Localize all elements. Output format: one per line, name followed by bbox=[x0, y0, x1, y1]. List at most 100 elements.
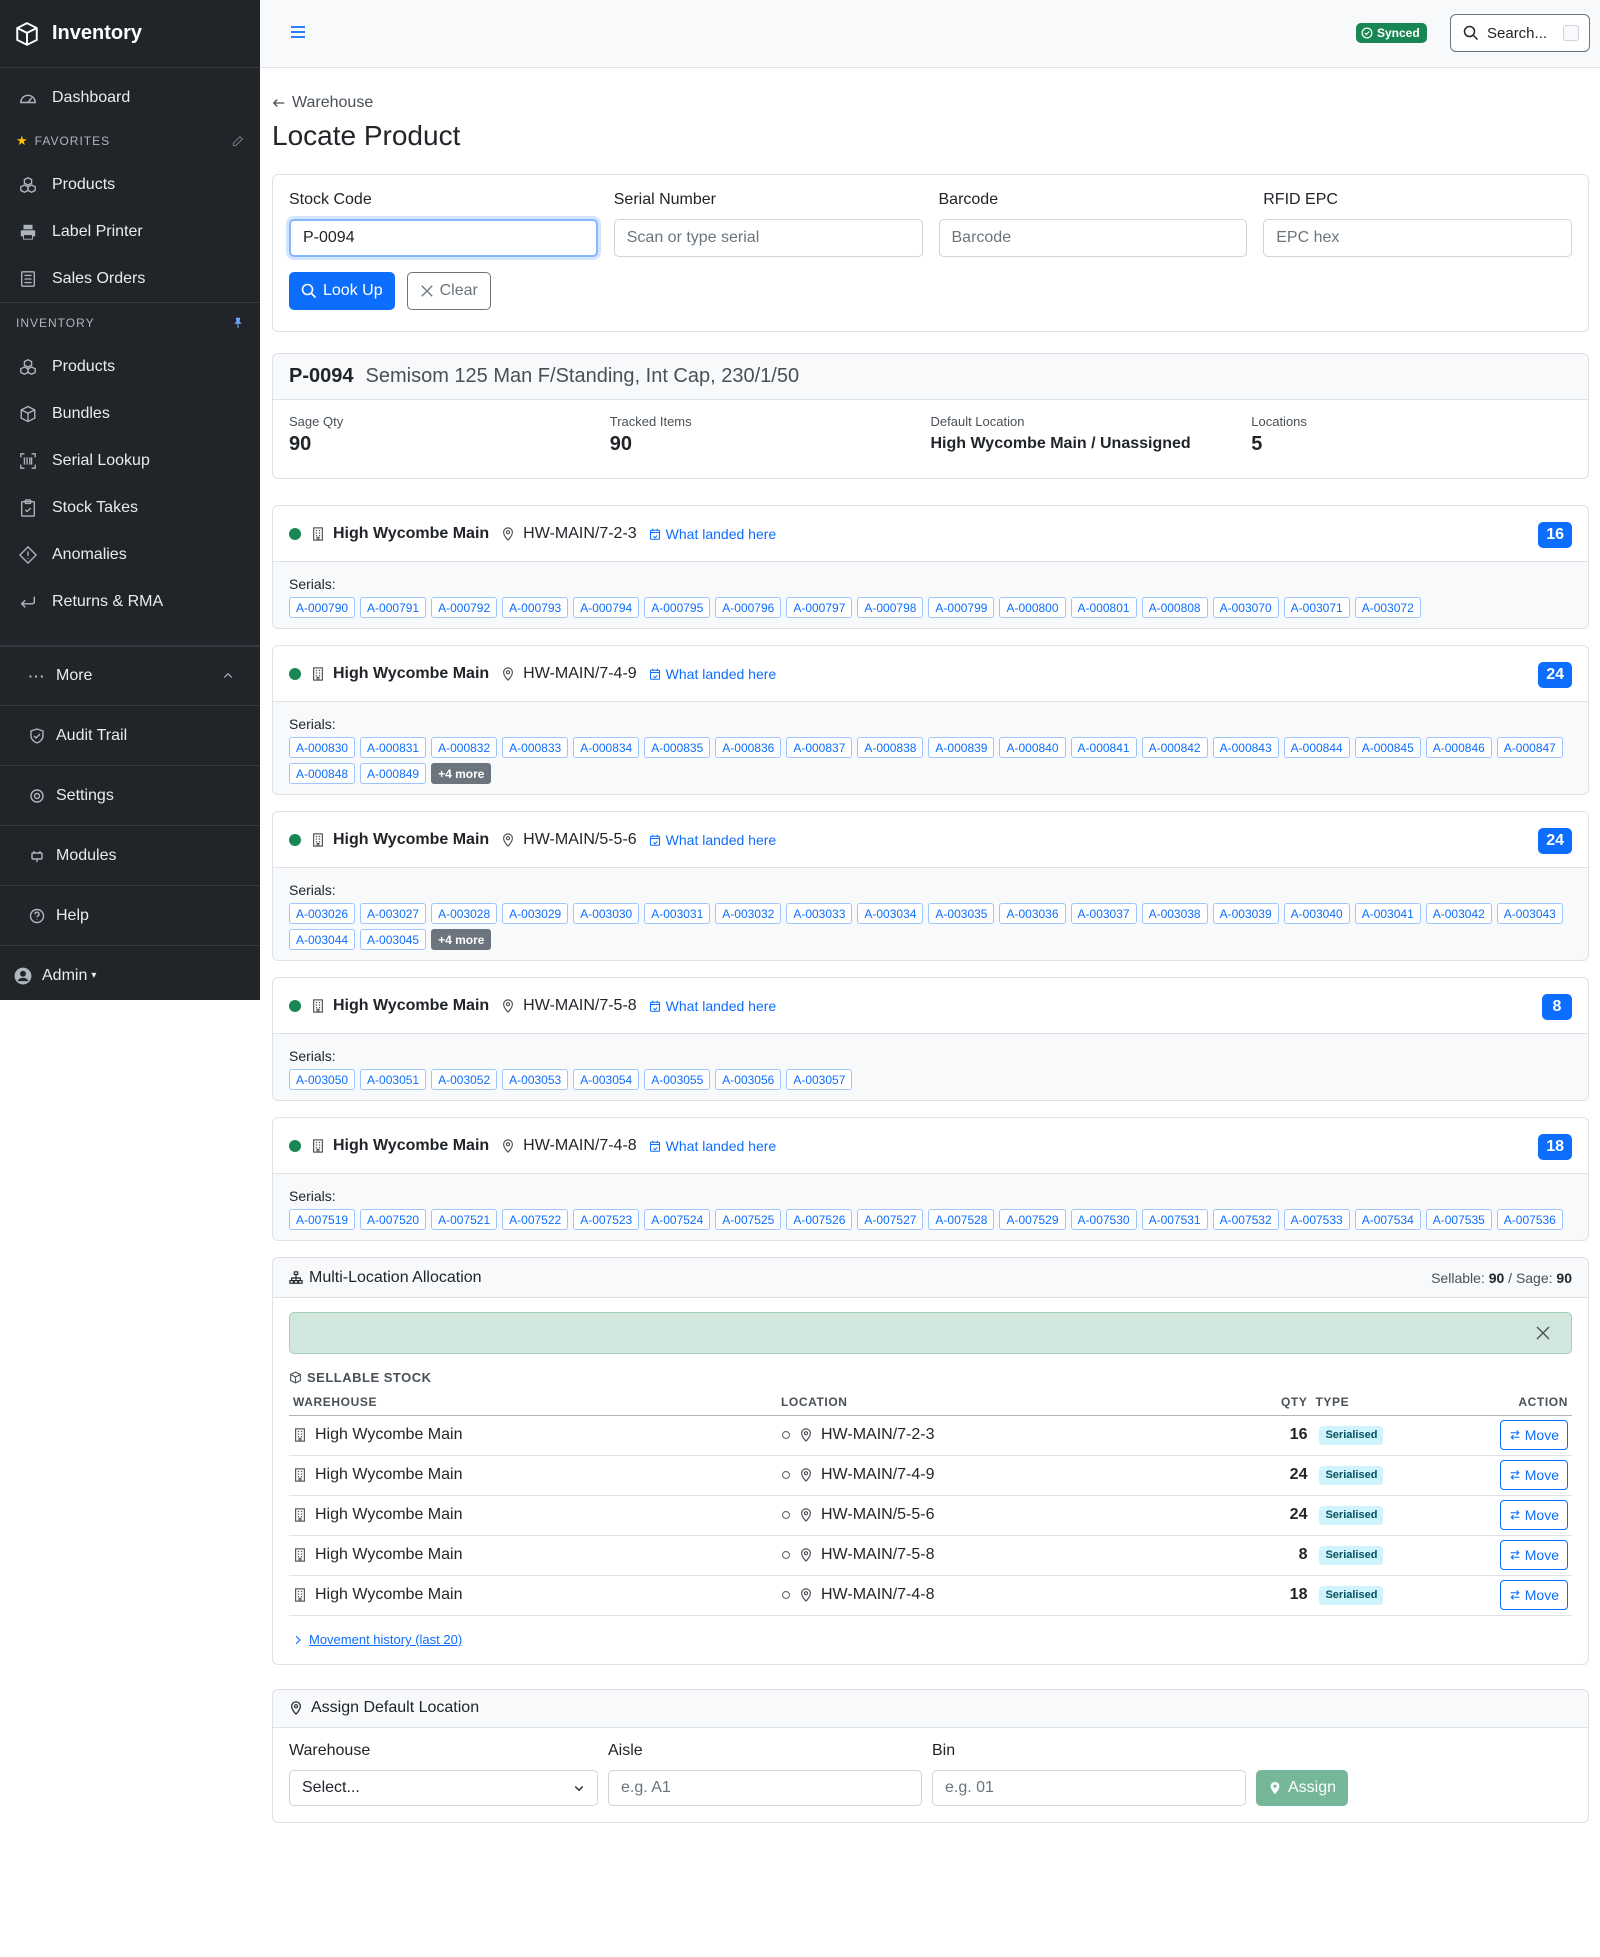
sidebar-item-sales-orders[interactable]: Sales Orders bbox=[0, 255, 260, 302]
more-serials-badge[interactable]: +4 more bbox=[431, 763, 492, 784]
breadcrumb[interactable]: Warehouse bbox=[272, 94, 1589, 112]
serial-chip[interactable]: A-000842 bbox=[1141, 737, 1208, 758]
sidebar-item-audit[interactable]: Audit Trail bbox=[0, 705, 260, 765]
serial-chip[interactable]: A-000799 bbox=[928, 597, 995, 618]
serial-chip[interactable]: A-000792 bbox=[431, 597, 498, 618]
serial-chip[interactable]: A-000795 bbox=[644, 597, 711, 618]
sidebar-item-stock-takes[interactable]: Stock Takes bbox=[0, 484, 260, 531]
serial-chip[interactable]: A-000836 bbox=[715, 737, 782, 758]
serial-chip[interactable]: A-007536 bbox=[1496, 1209, 1563, 1230]
stock-code-input[interactable]: P-0094 bbox=[289, 219, 598, 257]
serial-chip[interactable]: A-003051 bbox=[360, 1069, 427, 1090]
serial-chip[interactable]: A-007535 bbox=[1425, 1209, 1492, 1230]
serial-chip[interactable]: A-000849 bbox=[360, 763, 427, 784]
search-button[interactable]: Search... bbox=[1450, 14, 1590, 52]
barcode-input[interactable]: Barcode bbox=[938, 219, 1248, 257]
warehouse-select[interactable]: Select... bbox=[289, 1769, 598, 1806]
serial-chip[interactable]: A-003050 bbox=[289, 1069, 356, 1090]
serial-chip[interactable]: A-003033 bbox=[786, 903, 853, 924]
move-button[interactable]: Move bbox=[1499, 1420, 1568, 1450]
sidebar-item-help[interactable]: Help bbox=[0, 885, 260, 945]
serial-chip[interactable]: A-000841 bbox=[1070, 737, 1137, 758]
close-icon[interactable] bbox=[1535, 1325, 1551, 1341]
serial-chip[interactable]: A-003056 bbox=[715, 1069, 782, 1090]
serial-chip[interactable]: A-000796 bbox=[715, 597, 782, 618]
rfid-input[interactable]: EPC hex bbox=[1263, 219, 1572, 257]
move-button[interactable]: Move bbox=[1499, 1460, 1568, 1490]
sidebar-item-anomalies[interactable]: Anomalies bbox=[0, 531, 260, 578]
serial-chip[interactable]: A-000793 bbox=[502, 597, 569, 618]
serial-chip[interactable]: A-000808 bbox=[1141, 597, 1208, 618]
serial-chip[interactable]: A-000801 bbox=[1070, 597, 1137, 618]
serial-chip[interactable]: A-007521 bbox=[431, 1209, 498, 1230]
serial-chip[interactable]: A-000800 bbox=[999, 597, 1066, 618]
serial-chip[interactable]: A-007522 bbox=[502, 1209, 569, 1230]
serial-chip[interactable]: A-007530 bbox=[1070, 1209, 1137, 1230]
serial-chip[interactable]: A-000848 bbox=[289, 763, 356, 784]
pencil-icon[interactable] bbox=[231, 135, 244, 148]
serial-chip[interactable]: A-003036 bbox=[999, 903, 1066, 924]
sidebar-item-dashboard[interactable]: Dashboard bbox=[0, 74, 260, 121]
breadcrumb-link[interactable]: Warehouse bbox=[292, 94, 373, 112]
serial-chip[interactable]: A-003031 bbox=[644, 903, 711, 924]
serial-chip[interactable]: A-000847 bbox=[1496, 737, 1563, 758]
serial-chip[interactable]: A-003032 bbox=[715, 903, 782, 924]
sidebar-item-more[interactable]: ··· More bbox=[0, 645, 260, 705]
serial-chip[interactable]: A-000831 bbox=[360, 737, 427, 758]
serial-chip[interactable]: A-007531 bbox=[1141, 1209, 1208, 1230]
serial-chip[interactable]: A-003037 bbox=[1070, 903, 1137, 924]
serial-chip[interactable]: A-007519 bbox=[289, 1209, 356, 1230]
serial-chip[interactable]: A-003040 bbox=[1283, 903, 1350, 924]
serial-chip[interactable]: A-003043 bbox=[1496, 903, 1563, 924]
serial-chip[interactable]: A-000790 bbox=[289, 597, 356, 618]
serial-chip[interactable]: A-003039 bbox=[1212, 903, 1279, 924]
serial-chip[interactable]: A-003045 bbox=[360, 929, 427, 950]
serial-chip[interactable]: A-000798 bbox=[857, 597, 924, 618]
serial-chip[interactable]: A-000832 bbox=[431, 737, 498, 758]
serial-chip[interactable]: A-007528 bbox=[928, 1209, 995, 1230]
serial-chip[interactable]: A-000834 bbox=[573, 737, 640, 758]
movement-history-link[interactable]: Movement history (last 20) bbox=[309, 1632, 462, 1647]
move-button[interactable]: Move bbox=[1499, 1580, 1568, 1610]
serial-chip[interactable]: A-007524 bbox=[644, 1209, 711, 1230]
serial-chip[interactable]: A-003044 bbox=[289, 929, 356, 950]
serial-chip[interactable]: A-007533 bbox=[1283, 1209, 1350, 1230]
serial-chip[interactable]: A-003057 bbox=[786, 1069, 853, 1090]
serial-chip[interactable]: A-007523 bbox=[573, 1209, 640, 1230]
serial-chip[interactable]: A-000843 bbox=[1212, 737, 1279, 758]
sidebar-item-bundles[interactable]: Bundles bbox=[0, 390, 260, 437]
bin-input[interactable]: e.g. 01 bbox=[932, 1769, 1246, 1806]
serial-chip[interactable]: A-003035 bbox=[928, 903, 995, 924]
serial-chip[interactable]: A-007534 bbox=[1354, 1209, 1421, 1230]
lookup-button[interactable]: Look Up bbox=[289, 272, 395, 310]
serial-chip[interactable]: A-003026 bbox=[289, 903, 356, 924]
what-landed-here-link[interactable]: What landed here bbox=[649, 666, 776, 682]
serial-chip[interactable]: A-003028 bbox=[431, 903, 498, 924]
serial-chip[interactable]: A-000830 bbox=[289, 737, 356, 758]
serial-chip[interactable]: A-007526 bbox=[786, 1209, 853, 1230]
sidebar-item-returns[interactable]: Returns & RMA bbox=[0, 578, 260, 625]
serial-chip[interactable]: A-000791 bbox=[360, 597, 427, 618]
serial-chip[interactable]: A-000840 bbox=[999, 737, 1066, 758]
serial-chip[interactable]: A-000838 bbox=[857, 737, 924, 758]
serial-chip[interactable]: A-003055 bbox=[644, 1069, 711, 1090]
serial-chip[interactable]: A-000835 bbox=[644, 737, 711, 758]
sidebar-item-serial-lookup[interactable]: Serial Lookup bbox=[0, 437, 260, 484]
serial-chip[interactable]: A-003029 bbox=[502, 903, 569, 924]
serial-chip[interactable]: A-000845 bbox=[1354, 737, 1421, 758]
more-serials-badge[interactable]: +4 more bbox=[431, 929, 492, 950]
what-landed-here-link[interactable]: What landed here bbox=[649, 526, 776, 542]
serial-chip[interactable]: A-007525 bbox=[715, 1209, 782, 1230]
brand[interactable]: Inventory bbox=[0, 0, 260, 68]
what-landed-here-link[interactable]: What landed here bbox=[649, 998, 776, 1014]
serial-number-input[interactable]: Scan or type serial bbox=[613, 219, 923, 257]
serial-chip[interactable]: A-003042 bbox=[1425, 903, 1492, 924]
serial-chip[interactable]: A-003071 bbox=[1283, 597, 1350, 618]
aisle-input[interactable]: e.g. A1 bbox=[608, 1769, 922, 1806]
serial-chip[interactable]: A-000839 bbox=[928, 737, 995, 758]
serial-chip[interactable]: A-003070 bbox=[1212, 597, 1279, 618]
serial-chip[interactable]: A-003027 bbox=[360, 903, 427, 924]
serial-chip[interactable]: A-003041 bbox=[1354, 903, 1421, 924]
what-landed-here-link[interactable]: What landed here bbox=[649, 832, 776, 848]
serial-chip[interactable]: A-000844 bbox=[1283, 737, 1350, 758]
